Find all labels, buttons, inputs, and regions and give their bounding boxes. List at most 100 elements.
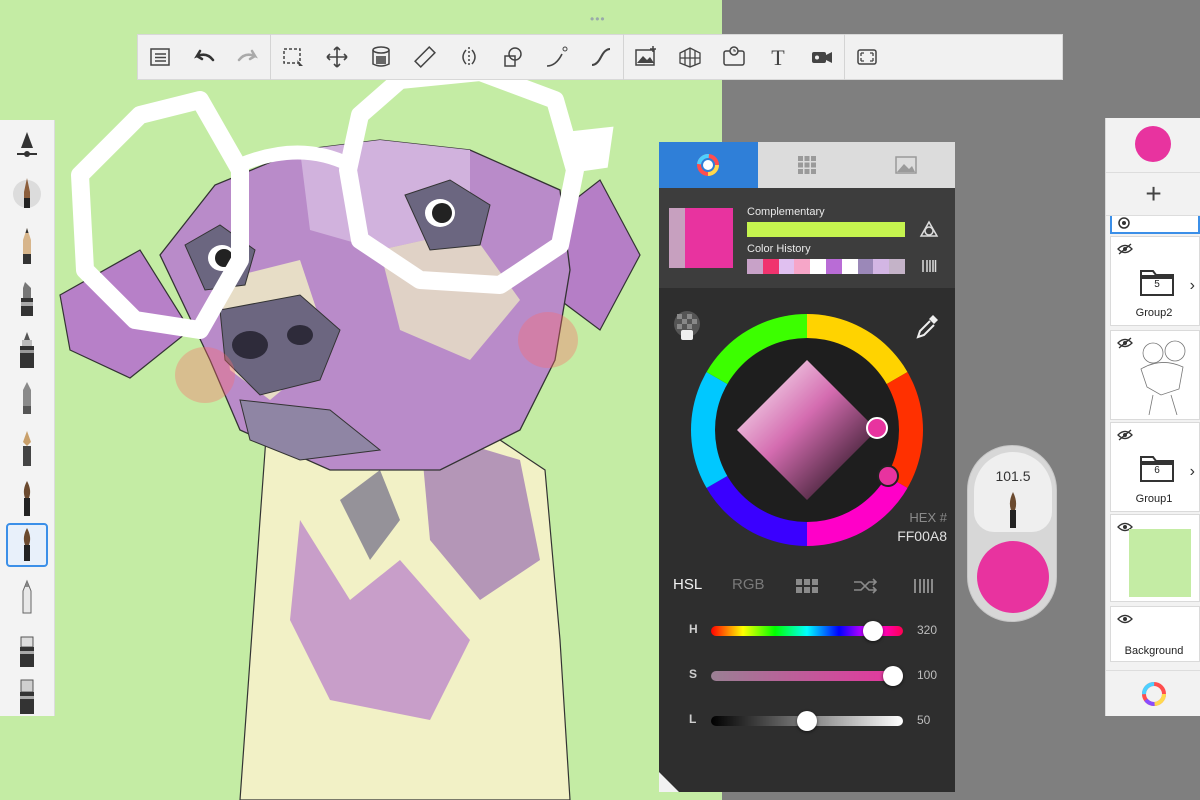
palette-strip-icon[interactable] xyxy=(913,578,935,594)
fullscreen-icon[interactable] xyxy=(845,35,889,79)
fill-bucket-icon[interactable] xyxy=(359,35,403,79)
brush-calligraphy-icon[interactable] xyxy=(6,426,48,470)
video-icon[interactable] xyxy=(800,35,844,79)
brush-palette xyxy=(0,120,55,716)
brush-size-control[interactable]: 101.5 xyxy=(974,452,1052,532)
brush-marker-icon[interactable] xyxy=(6,276,48,320)
ruler-icon[interactable] xyxy=(403,35,447,79)
hue-slider-thumb[interactable] xyxy=(863,621,883,641)
color-history-swatch[interactable] xyxy=(810,259,826,274)
current-color-swatch[interactable] xyxy=(685,208,733,268)
color-history-swatch[interactable] xyxy=(825,259,842,274)
chevron-right-icon[interactable]: › xyxy=(1190,463,1195,481)
undo-icon[interactable] xyxy=(182,35,226,79)
layer-group1[interactable]: 6 › Group1 xyxy=(1110,422,1200,512)
tab-rgb[interactable]: RGB xyxy=(732,576,765,593)
color-mode-tabs: HSL RGB xyxy=(659,572,955,602)
color-history-swatch[interactable] xyxy=(794,259,811,274)
artwork-dog-with-glasses[interactable] xyxy=(0,0,722,800)
saturation-slider-thumb[interactable] xyxy=(883,666,903,686)
text-tool-icon[interactable]: T xyxy=(756,35,800,79)
harmony-icon[interactable] xyxy=(919,220,939,240)
color-history-swatch[interactable] xyxy=(889,259,905,274)
layer-sketch[interactable] xyxy=(1110,330,1200,420)
time-lapse-icon[interactable] xyxy=(712,35,756,79)
chevron-right-icon[interactable]: › xyxy=(1190,277,1195,295)
swatch-grid-mode-icon[interactable] xyxy=(795,578,819,594)
curve-icon[interactable] xyxy=(579,35,623,79)
selection-icon[interactable] xyxy=(271,35,315,79)
add-layer-button[interactable]: + xyxy=(1106,172,1200,216)
brush-pencil-icon[interactable] xyxy=(6,224,48,268)
brush-size-value: 101.5 xyxy=(995,468,1031,484)
brush-watercolor-icon[interactable] xyxy=(6,523,48,567)
brush-paintbrush-icon[interactable] xyxy=(6,476,48,520)
green-layer-thumbnail xyxy=(1129,529,1191,597)
stroke-path-icon[interactable] xyxy=(535,35,579,79)
brush-settings-icon[interactable] xyxy=(6,124,48,168)
brush-smudge-icon[interactable] xyxy=(6,627,48,671)
hidden-eye-icon[interactable] xyxy=(1117,429,1133,441)
complementary-label: Complementary xyxy=(747,206,825,218)
brush-chalk-icon[interactable] xyxy=(6,376,48,420)
brush-size-color-puck[interactable]: 101.5 xyxy=(967,445,1057,622)
layer-partial-selected[interactable] xyxy=(1110,216,1200,234)
color-summary: Complementary Color History xyxy=(659,188,955,288)
symmetry-icon[interactable] xyxy=(447,35,491,79)
layers-panel: + 5 › Group2 6 › Group1 Background xyxy=(1105,118,1200,716)
redo-icon[interactable] xyxy=(226,35,270,79)
color-history-swatch[interactable] xyxy=(778,259,795,274)
brush-ink-pen-icon[interactable] xyxy=(6,172,48,216)
group1-name: Group1 xyxy=(1135,493,1173,505)
color-editor-toggle[interactable] xyxy=(1106,670,1200,716)
transform-icon[interactable] xyxy=(315,35,359,79)
layer-green-fill[interactable] xyxy=(1110,514,1200,602)
layer-background[interactable]: Background xyxy=(1110,606,1200,662)
background-layer-name: Background xyxy=(1124,645,1184,657)
color-history-swatch[interactable] xyxy=(873,259,890,274)
hue-letter: H xyxy=(689,622,698,636)
color-history-swatch[interactable] xyxy=(747,259,763,274)
tab-image-picker[interactable] xyxy=(856,142,956,188)
complementary-color-bar[interactable] xyxy=(747,222,905,237)
group2-name: Group2 xyxy=(1135,307,1173,319)
hex-value-field[interactable]: FF00A8 xyxy=(897,528,947,544)
tab-hsl[interactable]: HSL xyxy=(673,576,702,593)
eye-icon[interactable] xyxy=(1117,613,1133,625)
brush-airbrush-icon[interactable] xyxy=(6,328,48,372)
group1-count: 6 xyxy=(1154,465,1160,476)
tab-swatch-grid[interactable] xyxy=(757,142,857,188)
svg-text:T: T xyxy=(771,45,785,70)
hex-label: HEX # xyxy=(909,510,947,525)
pin-panel-icon[interactable] xyxy=(659,772,679,792)
active-color-button[interactable] xyxy=(1135,126,1171,162)
color-editor-tabs xyxy=(659,142,956,188)
shuffle-icon[interactable] xyxy=(853,578,879,594)
history-list-icon[interactable] xyxy=(921,259,937,273)
hue-ring-picker[interactable] xyxy=(687,310,927,550)
brush-color-control[interactable] xyxy=(977,541,1049,613)
current-brush-icon xyxy=(1009,492,1017,528)
saturation-letter: S xyxy=(689,667,698,681)
image-import-icon[interactable] xyxy=(624,35,668,79)
saturation-slider-row: S 100 xyxy=(659,663,955,687)
previous-color-swatch[interactable] xyxy=(669,208,685,268)
color-history-swatch[interactable] xyxy=(857,259,874,274)
sketch-thumbnail xyxy=(1140,340,1186,415)
layer-group2[interactable]: 5 › Group2 xyxy=(1110,236,1200,326)
brush-eraser-icon[interactable] xyxy=(6,674,48,718)
hidden-eye-icon[interactable] xyxy=(1117,243,1133,255)
color-history-swatch[interactable] xyxy=(841,259,858,274)
tab-color-wheel[interactable] xyxy=(659,142,758,188)
perspective-grid-icon[interactable] xyxy=(668,35,712,79)
shapes-icon[interactable] xyxy=(491,35,535,79)
layers-list-icon[interactable] xyxy=(138,35,182,79)
canvas-drag-handle[interactable]: ••• xyxy=(590,12,606,26)
group2-count: 5 xyxy=(1154,279,1160,290)
lightness-slider-thumb[interactable] xyxy=(797,711,817,731)
color-history-bar[interactable] xyxy=(747,259,905,274)
saturation-slider-track[interactable] xyxy=(711,671,903,681)
brush-blender-icon[interactable] xyxy=(6,575,48,619)
color-history-swatch[interactable] xyxy=(762,259,779,274)
layer-blend-icon xyxy=(1118,217,1130,229)
